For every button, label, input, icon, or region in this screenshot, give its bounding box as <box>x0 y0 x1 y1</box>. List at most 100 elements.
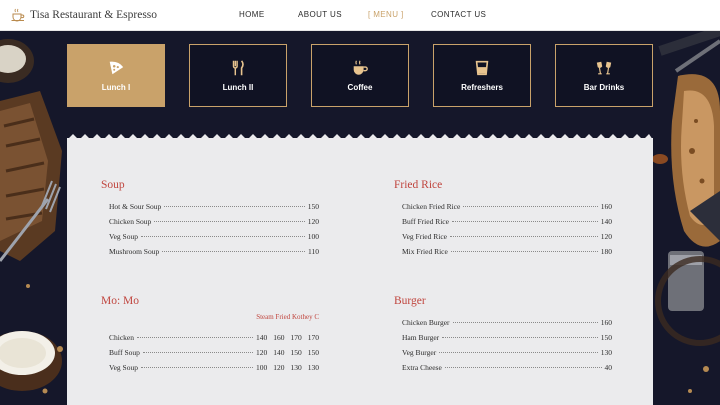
item-name: Buff Soup <box>109 348 140 357</box>
section-title: Soup <box>101 179 125 191</box>
menu-item: Veg Burger 130 <box>402 348 612 357</box>
menu-item: Chicken 140 160 170 170 <box>109 333 319 342</box>
item-price: 150 <box>600 333 612 342</box>
item-price: 170 <box>290 333 302 342</box>
top-navigation-bar: Tisa Restaurant & Espresso HOME ABOUT US… <box>0 0 720 31</box>
section-title: Burger <box>394 295 426 307</box>
leader-dots <box>450 251 598 252</box>
nav-contact-us-link[interactable]: CONTACT US <box>431 10 486 19</box>
item-price: 160 <box>600 318 612 327</box>
leader-dots <box>162 251 306 252</box>
item-price: 120 <box>273 363 285 372</box>
item-price: 150 <box>290 348 302 357</box>
item-name: Extra Cheese <box>402 363 442 372</box>
item-price: 130 <box>290 363 302 372</box>
category-label: Coffee <box>347 83 373 92</box>
leader-dots <box>451 221 598 222</box>
leader-dots <box>137 337 253 338</box>
menu-item: Veg Fried Rice 120 <box>402 232 612 241</box>
item-price: 140 <box>600 217 612 226</box>
section-title: Fried Rice <box>394 179 443 191</box>
menu-item: Hot & Sour Soup 150 <box>109 202 319 211</box>
menu-item: Chicken Soup 120 <box>109 217 319 226</box>
category-label: Bar Drinks <box>583 83 625 92</box>
coffee-cup-icon <box>353 60 368 75</box>
menu-section-momo: Mo: Mo Steam Fried Kothey C Chicken 140 … <box>101 295 321 385</box>
menu-section-soup: Soup Hot & Sour Soup 150 Chicken Soup 12… <box>101 179 321 269</box>
item-price: 170 <box>307 333 319 342</box>
leader-dots <box>442 337 598 338</box>
menu-section-fried-rice: Fried Rice Chicken Fried Rice 160 Buff F… <box>394 179 614 269</box>
category-label: Lunch II <box>222 83 254 92</box>
item-price: 140 <box>256 333 268 342</box>
menu-item: Ham Burger 150 <box>402 333 612 342</box>
item-price: 150 <box>307 348 319 357</box>
item-name: Hot & Sour Soup <box>109 202 162 211</box>
item-name: Veg Burger <box>402 348 437 357</box>
menu-item: Veg Soup 100 <box>109 232 319 241</box>
item-price: 120 <box>256 348 268 357</box>
menu-paper: Soup Hot & Sour Soup 150 Chicken Soup 12… <box>67 138 653 405</box>
item-name: Buff Fried Rice <box>402 217 449 226</box>
menu-item: Mushroom Soup 110 <box>109 247 319 256</box>
menu-item: Buff Soup 120 140 150 150 <box>109 348 319 357</box>
item-name: Veg Soup <box>109 363 138 372</box>
item-name: Veg Fried Rice <box>402 232 447 241</box>
leader-dots <box>463 206 598 207</box>
item-price: 40 <box>604 363 613 372</box>
category-tab-bar-drinks[interactable]: Bar Drinks <box>555 44 653 107</box>
item-name: Chicken Burger <box>402 318 450 327</box>
category-tab-lunch-i[interactable]: Lunch I <box>67 44 165 107</box>
leader-dots <box>154 221 305 222</box>
leader-dots <box>140 236 305 237</box>
menu-item: Extra Cheese 40 <box>402 363 612 372</box>
item-price: 120 <box>600 232 612 241</box>
leader-dots <box>444 367 602 368</box>
pizza-slice-icon <box>109 61 124 75</box>
category-tab-coffee[interactable]: Coffee <box>311 44 409 107</box>
leader-dots <box>439 352 598 353</box>
leader-dots <box>164 206 305 207</box>
item-price: 110 <box>308 247 319 256</box>
fork-knife-icon <box>232 60 244 76</box>
menu-panel: Soup Hot & Sour Soup 150 Chicken Soup 12… <box>67 132 653 405</box>
menu-item: Chicken Burger 160 <box>402 318 612 327</box>
item-name: Veg Soup <box>109 232 138 241</box>
leader-dots <box>452 322 598 323</box>
item-price: 150 <box>307 202 319 211</box>
section-title: Mo: Mo <box>101 295 140 307</box>
item-price: 160 <box>273 333 285 342</box>
menu-section-burger: Burger Chicken Burger 160 Ham Burger 150… <box>394 295 614 385</box>
item-name: Chicken <box>109 333 134 342</box>
menu-item: Buff Fried Rice 140 <box>402 217 612 226</box>
item-name: Mushroom Soup <box>109 247 160 256</box>
nav-about-us-link[interactable]: ABOUT US <box>298 10 342 19</box>
momo-variant-header: Steam Fried Kothey C <box>256 313 319 321</box>
item-name: Mix Fried Rice <box>402 247 448 256</box>
item-price: 160 <box>600 202 612 211</box>
item-prices: 120 140 150 150 <box>256 348 319 357</box>
item-prices: 100 120 130 130 <box>256 363 319 372</box>
leader-dots <box>142 352 253 353</box>
category-label: Refreshers <box>461 83 503 92</box>
menu-item: Veg Soup 100 120 130 130 <box>109 363 319 372</box>
item-name: Chicken Fried Rice <box>402 202 461 211</box>
item-price: 130 <box>600 348 612 357</box>
item-price: 100 <box>256 363 268 372</box>
nav-menu-link[interactable]: [ MENU ] <box>368 10 404 19</box>
leader-dots <box>450 236 598 237</box>
item-price: 120 <box>307 217 319 226</box>
main-nav: HOME ABOUT US [ MENU ] CONTACT US <box>0 0 720 31</box>
nav-home-link[interactable]: HOME <box>239 10 265 19</box>
item-price: 100 <box>307 232 319 241</box>
leader-dots <box>140 367 253 368</box>
category-label: Lunch I <box>101 83 131 92</box>
item-price: 140 <box>273 348 285 357</box>
category-tab-lunch-ii[interactable]: Lunch II <box>189 44 287 107</box>
menu-item: Chicken Fried Rice 160 <box>402 202 612 211</box>
menu-item: Mix Fried Rice 180 <box>402 247 612 256</box>
item-prices: 140 160 170 170 <box>256 333 319 342</box>
category-tab-refreshers[interactable]: Refreshers <box>433 44 531 107</box>
item-price: 130 <box>307 363 319 372</box>
cheers-glasses-icon <box>596 61 612 75</box>
